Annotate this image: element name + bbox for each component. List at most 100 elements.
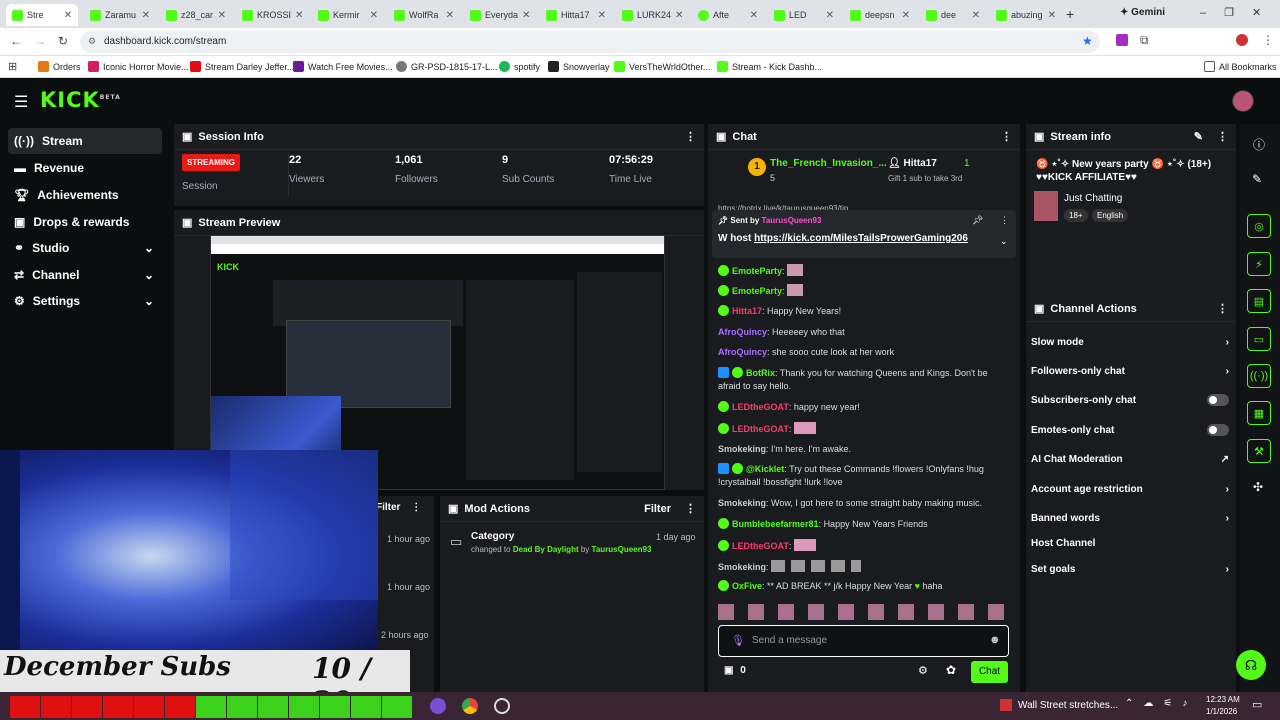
profile-avatar[interactable]	[1236, 34, 1248, 46]
sidebar-item-channel[interactable]: ⇄ Channel ⌄	[8, 262, 162, 288]
mod-filter-button[interactable]: Filter	[644, 503, 671, 515]
tab-browser[interactable]: Kermir ✕	[312, 4, 384, 26]
bookmark[interactable]: Watch Free Movies...	[293, 61, 393, 72]
tab-browser[interactable]: Hitta17 ✕	[540, 4, 612, 26]
tab-browser[interactable]: z28_car ✕	[160, 4, 232, 26]
chevron-down-icon[interactable]: ⌄	[1000, 236, 1008, 247]
channel-action-account-age[interactable]: Account age restriction ›	[1031, 478, 1229, 500]
broadcast-icon[interactable]: ((·))	[1247, 364, 1271, 388]
bookmark[interactable]: GR-PSD-1815-17-L...	[396, 61, 498, 72]
more-icon[interactable]: ⋮	[685, 130, 696, 143]
tab-browser[interactable]: LURK24 ✕	[616, 4, 688, 26]
back-icon[interactable]: ←	[10, 34, 22, 48]
all-bookmarks[interactable]: All Bookmarks	[1204, 61, 1277, 72]
notification-icon[interactable]: ▭	[1252, 698, 1262, 711]
support-headset-icon[interactable]: ☊	[1236, 650, 1266, 680]
more-icon[interactable]: ⋮	[1217, 302, 1228, 315]
tab-stream[interactable]: Stre ✕	[6, 4, 78, 26]
bookmark[interactable]: Iconic Horror Movie...	[88, 61, 189, 72]
close-icon[interactable]: ✕	[218, 10, 226, 21]
microphone-icon[interactable]: 🎙︎	[731, 634, 745, 647]
more-icon[interactable]: ⋮	[1217, 130, 1228, 143]
pinned-link[interactable]: https://kick.com/MilesTailsProwerGaming2…	[754, 233, 968, 244]
sidebar-item-drops[interactable]: ▣ Drops & rewards	[8, 209, 162, 235]
puzzle-icon[interactable]: ✣	[1253, 480, 1263, 494]
pin-icon[interactable]: 📌︎	[972, 215, 983, 226]
close-icon[interactable]: ✕	[675, 10, 683, 21]
edit-icon[interactable]: ✎	[1194, 130, 1203, 143]
tab-browser[interactable]: Afte ✕	[692, 4, 764, 26]
close-icon[interactable]: ✕	[972, 10, 980, 21]
tab-browser[interactable]: WolfRa ✕	[388, 4, 460, 26]
news-ticker[interactable]: Wall Street stretches...	[1018, 700, 1118, 711]
app-taskbar-icon[interactable]	[430, 698, 446, 714]
menu-icon[interactable]: ☰	[14, 92, 28, 112]
bookmark[interactable]: Orders	[38, 61, 81, 72]
more-icon[interactable]: ⋮	[685, 502, 696, 515]
emote-picker-icon[interactable]: ✿	[946, 663, 956, 677]
close-icon[interactable]: ✕	[142, 10, 150, 21]
sidebar-item-stream[interactable]: ((·)) Stream	[8, 128, 162, 154]
tab-browser[interactable]: Zaramu ✕	[84, 4, 156, 26]
settings-icon[interactable]: ⚙	[918, 664, 928, 677]
window-controls[interactable]: –❐✕	[1200, 6, 1279, 19]
sidebar-item-revenue[interactable]: ▬ Revenue	[8, 155, 162, 181]
emote-quick-bar[interactable]	[718, 604, 1008, 620]
bookmark[interactable]: VersTheWrldOther...	[614, 61, 710, 72]
user-avatar[interactable]	[1232, 90, 1254, 112]
more-icon[interactable]: ⋮	[1262, 33, 1274, 47]
chrome-taskbar-icon[interactable]	[462, 698, 478, 714]
bookmark[interactable]: Stream - Kick Dashb...	[717, 61, 822, 72]
tab-browser[interactable]: abuzing ✕	[990, 4, 1062, 26]
tab-browser[interactable]: Everyda ✕	[464, 4, 536, 26]
top-gifter-name[interactable]: The_French_Invasion_...	[770, 158, 887, 169]
kick-logo[interactable]: KICKBETA	[40, 88, 121, 112]
url-field[interactable]: ⚙ dashboard.kick.com/stream	[80, 31, 1100, 53]
close-icon[interactable]: ✕	[446, 10, 454, 21]
clock-time[interactable]: 12:23 AM	[1206, 695, 1240, 704]
bookmark[interactable]: spotify	[499, 61, 540, 72]
channel-action-banned-words[interactable]: Banned words ›	[1031, 507, 1229, 529]
toggle-switch[interactable]	[1207, 394, 1229, 406]
tab-browser[interactable]: KROSSI ✕	[236, 4, 308, 26]
new-tab-button[interactable]: +	[1066, 6, 1074, 22]
close-icon[interactable]: ✕	[1048, 10, 1056, 21]
system-tray-icons[interactable]: ⌃☁⚟♪	[1125, 698, 1197, 709]
layout-icon[interactable]: ▦	[1247, 401, 1271, 425]
extension-icon[interactable]	[1116, 34, 1128, 46]
close-icon[interactable]: ✕	[295, 10, 303, 21]
tab-browser[interactable]: dee ✕	[920, 4, 986, 26]
site-info-icon[interactable]: ⚙	[88, 36, 96, 47]
forward-icon[interactable]: →	[34, 34, 46, 48]
sidebar-item-studio[interactable]: ⚭ Studio ⌄	[8, 235, 162, 261]
tab-browser[interactable]: LED ✕	[768, 4, 840, 26]
channel-action-emotes-only[interactable]: Emotes-only chat	[1031, 419, 1229, 441]
extensions-icon[interactable]: ⧉	[1140, 33, 1149, 48]
close-icon[interactable]: ✕	[902, 10, 910, 21]
category-thumbnail[interactable]	[1034, 191, 1058, 221]
more-icon[interactable]: ⋮	[1001, 130, 1012, 143]
bookmark-star-icon[interactable]: ★	[1082, 34, 1093, 48]
close-icon[interactable]: ✕	[750, 10, 758, 21]
sidebar-item-settings[interactable]: ⚙ Settings ⌄	[8, 288, 162, 314]
close-icon[interactable]: ✕	[522, 10, 530, 21]
screenshot-icon[interactable]: ◎	[1247, 214, 1271, 238]
reload-icon[interactable]: ↻	[58, 34, 68, 48]
send-chat-button[interactable]: Chat	[971, 661, 1008, 683]
close-icon[interactable]: ✕	[598, 10, 606, 21]
close-icon[interactable]: ✕	[64, 10, 72, 21]
bookmark[interactable]: Snowverlay	[548, 61, 610, 72]
channel-action-slow-mode[interactable]: Slow mode ›	[1031, 331, 1229, 353]
wrench-icon[interactable]: ⚒	[1247, 439, 1271, 463]
channel-action-subscribers-only[interactable]: Subscribers-only chat	[1031, 389, 1229, 411]
chat-input[interactable]: 🎙︎ Send a message ☻	[718, 625, 1009, 657]
more-icon[interactable]: ⋮	[1000, 215, 1009, 226]
info-icon[interactable]: ⓘ	[1253, 136, 1265, 153]
tab-browser[interactable]: deepsn ✕	[844, 4, 916, 26]
lightning-icon[interactable]: ⚡︎	[1247, 252, 1271, 276]
edit-icon[interactable]: ✎	[1252, 172, 1262, 186]
toggle-switch[interactable]	[1207, 424, 1229, 436]
clock-date[interactable]: 1/1/2026	[1206, 707, 1237, 716]
channel-action-set-goals[interactable]: Set goals ›	[1031, 558, 1229, 580]
apps-grid-icon[interactable]: ⊞	[8, 60, 17, 73]
